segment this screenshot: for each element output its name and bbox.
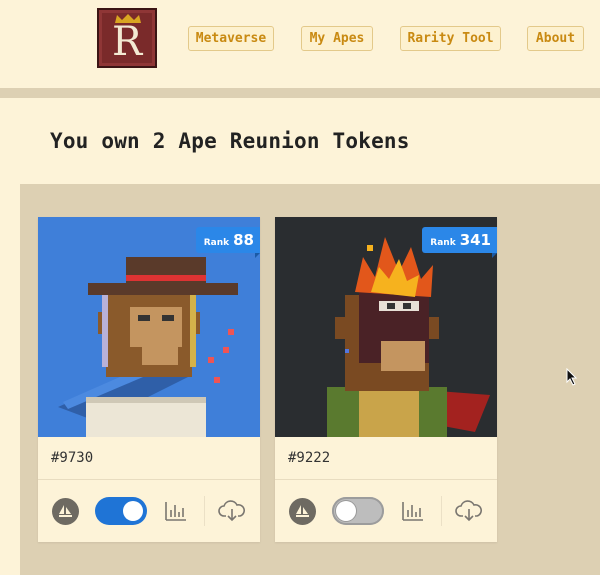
ape-image[interactable]: Rank 88 bbox=[38, 217, 260, 437]
token-id: #9730 bbox=[51, 450, 94, 466]
bar-chart-icon bbox=[165, 502, 186, 521]
token-id: #9222 bbox=[288, 450, 331, 466]
header-divider bbox=[0, 88, 600, 98]
rank-label: Rank bbox=[203, 238, 230, 248]
rank-label: Rank bbox=[430, 238, 456, 248]
site-header: R Metaverse My Apes Rarity Tool About bbox=[0, 0, 600, 88]
opensea-icon bbox=[289, 497, 316, 525]
opensea-icon bbox=[52, 497, 79, 525]
download-button[interactable] bbox=[441, 480, 497, 542]
opensea-button[interactable] bbox=[38, 480, 93, 542]
nav-about-button[interactable]: About bbox=[527, 26, 584, 51]
stats-button[interactable] bbox=[148, 480, 204, 542]
cloud-download-icon bbox=[455, 500, 482, 522]
visibility-toggle[interactable] bbox=[330, 480, 385, 542]
nav-rarity-tool-button[interactable]: Rarity Tool bbox=[400, 26, 501, 51]
rank-badge: Rank 341 bbox=[422, 227, 497, 258]
cloud-download-icon bbox=[218, 500, 245, 522]
rank-value: 341 bbox=[459, 231, 491, 249]
rank-value: 88 bbox=[233, 231, 254, 249]
toggle-knob bbox=[335, 501, 356, 521]
page-title: You own 2 Ape Reunion Tokens bbox=[50, 129, 410, 153]
toggle-switch-off[interactable] bbox=[331, 497, 384, 525]
bar-chart-icon bbox=[402, 502, 423, 521]
toggle-knob bbox=[122, 501, 143, 521]
stats-button[interactable] bbox=[385, 480, 441, 542]
visibility-toggle[interactable] bbox=[93, 480, 148, 542]
mouse-pointer-icon bbox=[566, 368, 578, 386]
opensea-button[interactable] bbox=[275, 480, 330, 542]
card-actions bbox=[275, 480, 497, 542]
ape-image[interactable]: Rank 341 bbox=[275, 217, 497, 437]
rank-badge: Rank 88 bbox=[195, 227, 260, 258]
toggle-switch-on[interactable] bbox=[94, 497, 147, 525]
site-logo[interactable]: R bbox=[97, 8, 157, 68]
token-card[interactable]: Rank 341 #9222 bbox=[275, 217, 497, 542]
download-button[interactable] bbox=[204, 480, 260, 542]
card-actions bbox=[38, 480, 260, 542]
nav-metaverse-button[interactable]: Metaverse bbox=[188, 26, 274, 51]
token-card[interactable]: Rank 88 #9730 bbox=[38, 217, 260, 542]
logo-letter: R bbox=[111, 19, 143, 65]
nav-my-apes-button[interactable]: My Apes bbox=[301, 26, 373, 51]
